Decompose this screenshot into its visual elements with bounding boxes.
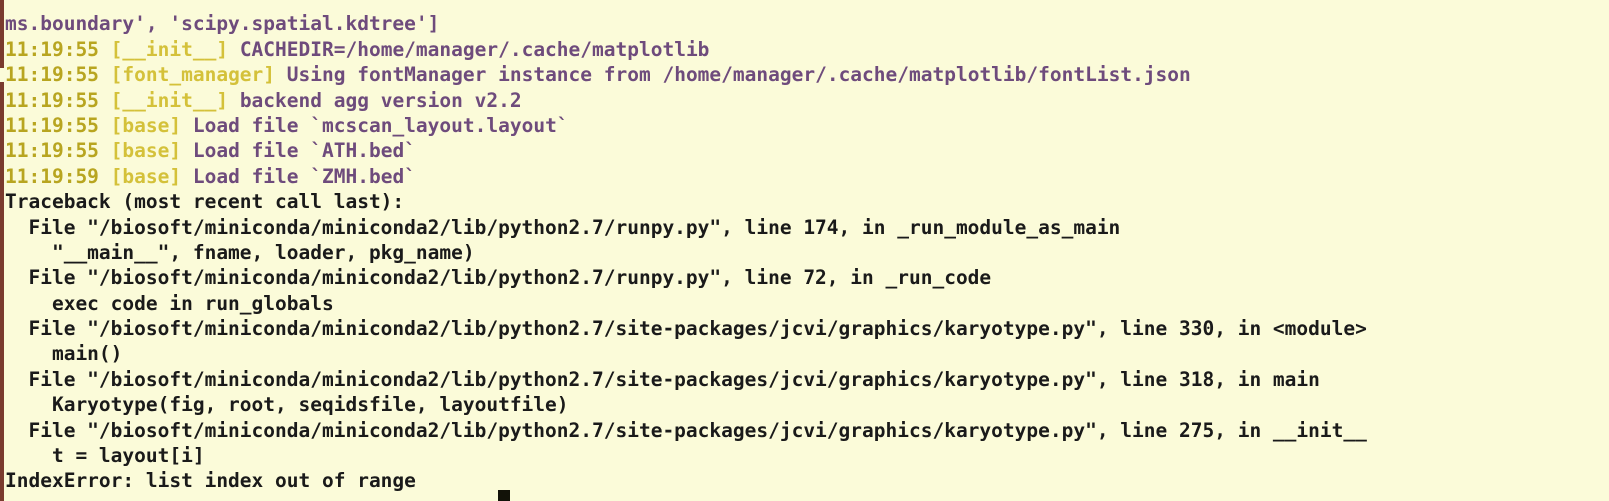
- log-timestamp: 11:19:55: [5, 37, 99, 61]
- traceback-text: Traceback (most recent call last):: [5, 190, 405, 214]
- traceback-text: main(): [5, 342, 123, 366]
- log-line: 11:19:55 [base] Load file `mcscan_layout…: [5, 113, 1609, 138]
- log-message: ms.boundary', 'scipy.spatial.kdtree']: [5, 12, 440, 36]
- traceback-text: t = layout[i]: [5, 444, 205, 468]
- traceback-line: File "/biosoft/miniconda/miniconda2/lib/…: [5, 215, 1609, 240]
- log-message: Load file `mcscan_layout.layout`: [181, 113, 569, 137]
- traceback-text: File "/biosoft/miniconda/miniconda2/lib/…: [5, 418, 1367, 442]
- log-module: [__init__]: [110, 88, 229, 112]
- terminal-cursor: [498, 490, 510, 501]
- traceback-line: IndexError: list index out of range: [5, 468, 1609, 493]
- log-line: 11:19:55 [__init__] backend agg version …: [5, 88, 1609, 113]
- log-message: Load file `ZMH.bed`: [181, 164, 416, 188]
- traceback-text: IndexError: list index out of range: [5, 469, 416, 493]
- log-module: [base]: [110, 113, 182, 137]
- log-module: [base]: [110, 164, 182, 188]
- log-space: [99, 139, 111, 162]
- log-space: [99, 63, 111, 86]
- log-module: [font_manager]: [110, 63, 276, 87]
- log-space: [99, 89, 111, 112]
- log-module: [__init__]: [110, 37, 229, 61]
- traceback-line: Karyotype(fig, root, seqidsfile, layoutf…: [5, 392, 1609, 417]
- traceback-line: File "/biosoft/miniconda/miniconda2/lib/…: [5, 418, 1609, 443]
- log-timestamp: 11:19:59: [5, 164, 99, 188]
- traceback-line: t = layout[i]: [5, 443, 1609, 468]
- traceback-line: Traceback (most recent call last):: [5, 189, 1609, 214]
- log-space: [99, 165, 111, 188]
- log-line: 11:19:55 [base] Load file `ATH.bed`: [5, 138, 1609, 163]
- log-message: backend agg version v2.2: [228, 88, 522, 112]
- traceback-text: exec code in run_globals: [5, 291, 334, 315]
- log-line: ms.boundary', 'scipy.spatial.kdtree']: [5, 11, 1609, 36]
- log-module: [base]: [110, 139, 182, 163]
- log-timestamp: 11:19:55: [5, 113, 99, 137]
- traceback-line: File "/biosoft/miniconda/miniconda2/lib/…: [5, 367, 1609, 392]
- terminal-window[interactable]: ms.boundary', 'scipy.spatial.kdtree'] 11:…: [0, 0, 1609, 501]
- log-timestamp: 11:19:55: [5, 63, 99, 87]
- traceback-line: main(): [5, 341, 1609, 366]
- log-message: Using fontManager instance from /home/ma…: [275, 63, 1191, 87]
- terminal-output: ms.boundary', 'scipy.spatial.kdtree'] 11:…: [5, 0, 1609, 494]
- log-line: 11:19:55 [__init__] CACHEDIR=/home/manag…: [5, 37, 1609, 62]
- log-line: 11:19:55 [font_manager] Using fontManage…: [5, 62, 1609, 87]
- log-line: 11:19:59 [base] Load file `ZMH.bed`: [5, 164, 1609, 189]
- log-message: CACHEDIR=/home/manager/.cache/matplotlib: [228, 37, 710, 61]
- traceback-text: File "/biosoft/miniconda/miniconda2/lib/…: [5, 266, 992, 290]
- traceback-line: "__main__", fname, loader, pkg_name): [5, 240, 1609, 265]
- log-space: [99, 114, 111, 137]
- traceback-text: File "/biosoft/miniconda/miniconda2/lib/…: [5, 317, 1367, 341]
- log-timestamp: 11:19:55: [5, 88, 99, 112]
- log-space: [99, 38, 111, 61]
- log-message: Load file `ATH.bed`: [181, 139, 416, 163]
- traceback-text: Karyotype(fig, root, seqidsfile, layoutf…: [5, 393, 569, 417]
- clipped-top-line: [5, 0, 1609, 11]
- window-border-notch: [0, 68, 4, 82]
- traceback-text: "__main__", fname, loader, pkg_name): [5, 240, 475, 264]
- log-timestamp: 11:19:55: [5, 139, 99, 163]
- traceback-line: File "/biosoft/miniconda/miniconda2/lib/…: [5, 316, 1609, 341]
- traceback-text: File "/biosoft/miniconda/miniconda2/lib/…: [5, 367, 1320, 391]
- traceback-line: exec code in run_globals: [5, 291, 1609, 316]
- traceback-text: File "/biosoft/miniconda/miniconda2/lib/…: [5, 215, 1121, 239]
- traceback-line: File "/biosoft/miniconda/miniconda2/lib/…: [5, 265, 1609, 290]
